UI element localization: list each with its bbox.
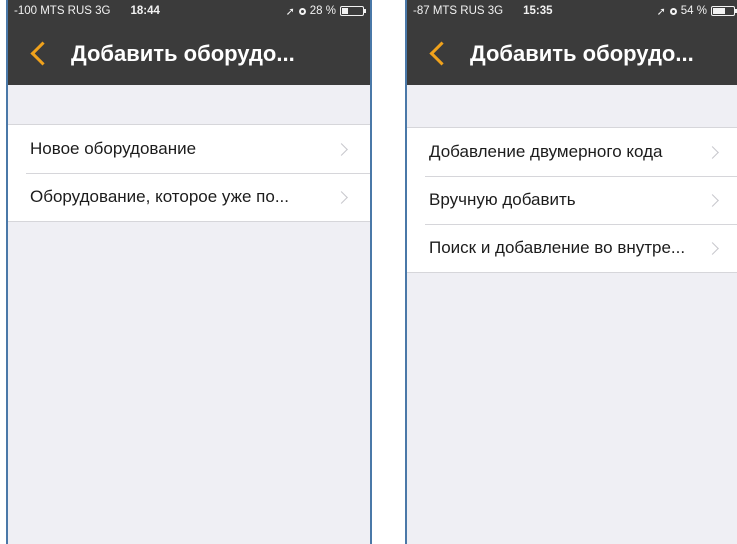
options-list: Добавление двумерного кода Вручную добав… (407, 127, 737, 273)
alarm-icon (298, 7, 306, 15)
status-bar: -100 MTS RUS 3G 18:44 ➚ 28 % (8, 0, 370, 22)
list-item-search-and-add[interactable]: Поиск и добавление во внутре... (407, 224, 737, 272)
battery-percent: 54 % (680, 5, 707, 17)
back-chevron-icon[interactable] (30, 41, 55, 66)
list-item-existing-device[interactable]: Оборудование, которое уже по... (8, 173, 370, 221)
chevron-right-icon (335, 190, 348, 204)
chevron-right-icon (706, 193, 719, 207)
alarm-icon (669, 7, 677, 15)
navigation-bar: Добавить оборудо... (8, 22, 370, 85)
list-item-label: Поиск и добавление во внутре... (429, 238, 686, 257)
top-bar: -100 MTS RUS 3G 18:44 ➚ 28 % Добавить об… (8, 0, 370, 85)
status-right: ➚ 28 % (285, 5, 366, 18)
navigation-bar: Добавить оборудо... (407, 22, 737, 85)
phone-screen-left: -100 MTS RUS 3G 18:44 ➚ 28 % Добавить об… (6, 0, 372, 544)
chevron-right-icon (335, 142, 348, 156)
carrier-label: -100 MTS RUS 3G (14, 5, 111, 17)
battery-icon (711, 6, 737, 16)
list-item-label: Добавление двумерного кода (429, 142, 663, 161)
list-item-new-device[interactable]: Новое оборудование (8, 125, 370, 173)
list-item-label: Вручную добавить (429, 190, 576, 209)
page-title: Добавить оборудо... (71, 40, 295, 66)
status-time: 15:35 (523, 5, 553, 17)
back-chevron-icon[interactable] (429, 41, 454, 66)
list-item-add-manually[interactable]: Вручную добавить (407, 176, 737, 224)
chevron-right-icon (706, 241, 719, 255)
top-bar: -87 MTS RUS 3G 15:35 ➚ 54 % Добавить обо… (407, 0, 737, 85)
options-list: Новое оборудование Оборудование, которое… (8, 124, 370, 222)
battery-icon (340, 6, 366, 16)
status-right: ➚ 54 % (656, 5, 737, 18)
battery-percent: 28 % (309, 5, 336, 17)
list-item-add-qr-code[interactable]: Добавление двумерного кода (407, 128, 737, 176)
location-arrow-icon: ➚ (656, 5, 666, 18)
location-arrow-icon: ➚ (285, 5, 295, 18)
phone-screen-right: -87 MTS RUS 3G 15:35 ➚ 54 % Добавить обо… (405, 0, 737, 544)
page-title: Добавить оборудо... (470, 40, 694, 66)
chevron-right-icon (706, 145, 719, 159)
status-time: 18:44 (130, 5, 160, 17)
list-item-label: Новое оборудование (30, 139, 197, 158)
carrier-label: -87 MTS RUS 3G (413, 5, 504, 17)
list-item-label: Оборудование, которое уже по... (30, 187, 289, 206)
status-bar: -87 MTS RUS 3G 15:35 ➚ 54 % (407, 0, 737, 22)
